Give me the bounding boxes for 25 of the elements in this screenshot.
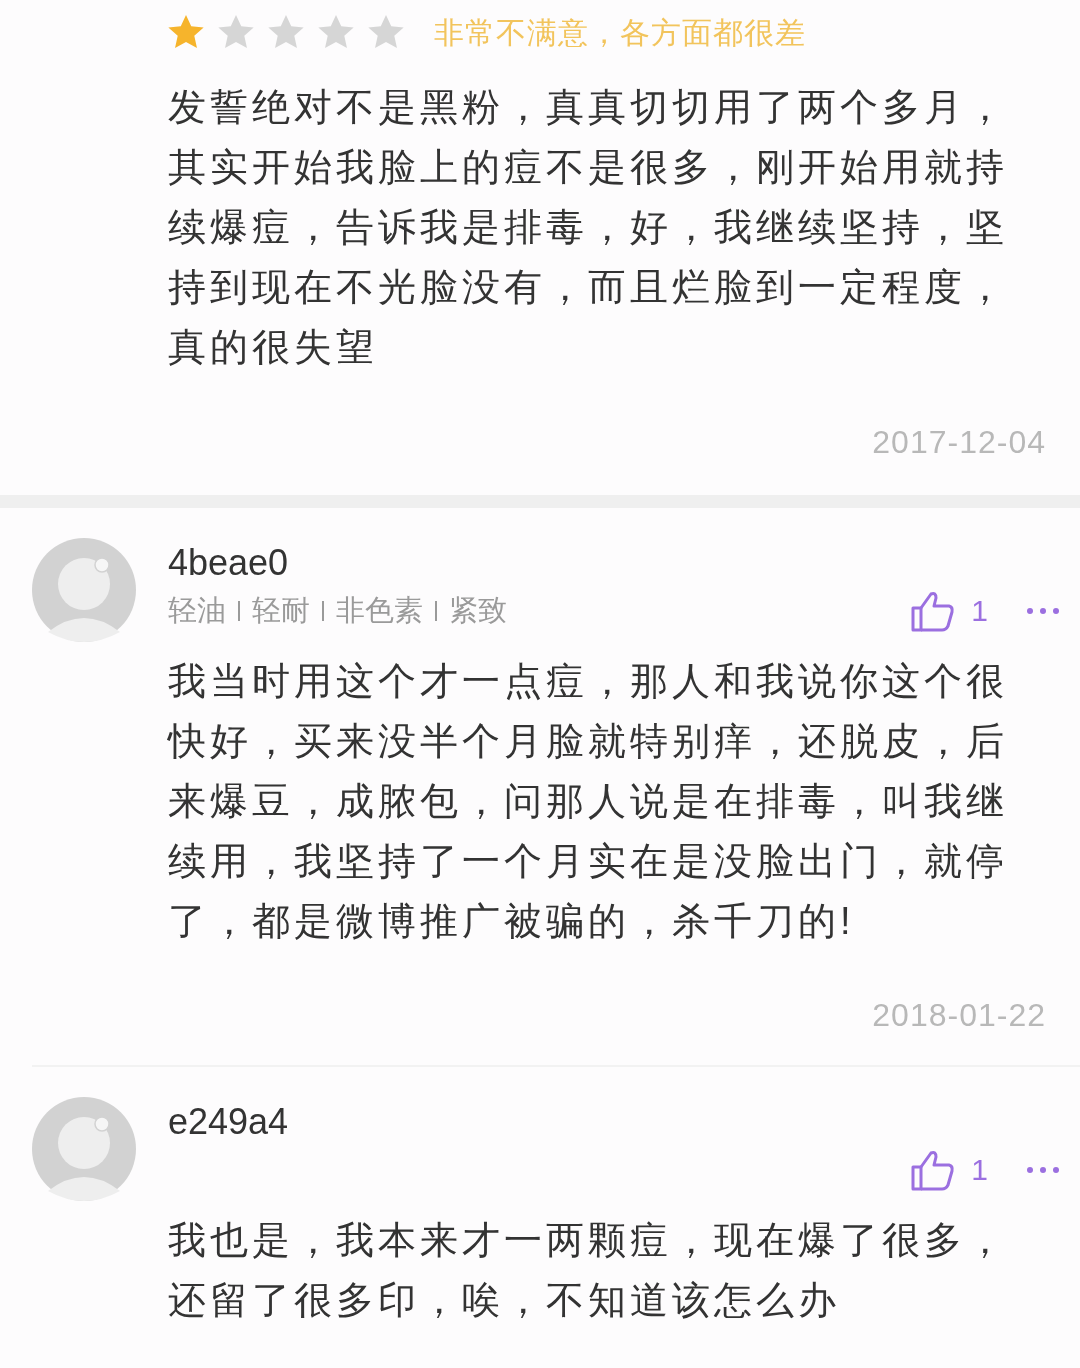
like-button[interactable]: 1	[911, 1147, 988, 1192]
thumbs-up-icon	[911, 589, 956, 632]
more-icon[interactable]	[1026, 606, 1060, 615]
like-button[interactable]: 1	[911, 588, 988, 633]
skin-tag: 轻耐	[252, 588, 310, 633]
star-icon	[168, 14, 204, 50]
thumbs-up-icon	[911, 1148, 956, 1191]
review-date: 2018-01-22	[872, 996, 1046, 1035]
review-text: 我当时用这个才一点痘，那人和我说你这个很快好，买来没半个月脸就特别痒，还脱皮，后来爆豆，成脓包，问那人说是在排毒，叫我继续用，我坚持了一个月实在是没脸出门，就停了，都是微博推广被骗的，杀千刀的!	[168, 659, 1009, 944]
username: e249a4	[168, 1100, 290, 1144]
avatar-icon	[32, 1097, 136, 1201]
skin-tag: 非色素	[336, 588, 423, 633]
rating-label: 非常不满意，各方面都很差	[434, 14, 806, 51]
skin-tag: 轻油	[168, 588, 226, 633]
avatar-icon	[32, 538, 136, 642]
review-text: 发誓绝对不是黑粉，真真切切用了两个多月，其实开始我脸上的痘不是很多，刚开始用就持续爆痘，告诉我是排毒，好，我继续坚持，坚持到现在不光脸没有，而且烂脸到一定程度，真的很失望	[168, 85, 1009, 370]
review-text: 我也是，我本来才一两颗痘，现在爆了很多，还留了很多印，唉，不知道该怎么办	[168, 1218, 1009, 1323]
star-icon	[318, 14, 354, 50]
star-icon	[218, 14, 254, 50]
skin-tag: 紧致	[449, 588, 507, 633]
review-date: 2017-12-04	[872, 423, 1046, 462]
star-icon	[368, 14, 404, 50]
more-icon[interactable]	[1026, 1165, 1060, 1174]
username: 4beae0	[168, 541, 290, 585]
star-icon	[268, 14, 304, 50]
